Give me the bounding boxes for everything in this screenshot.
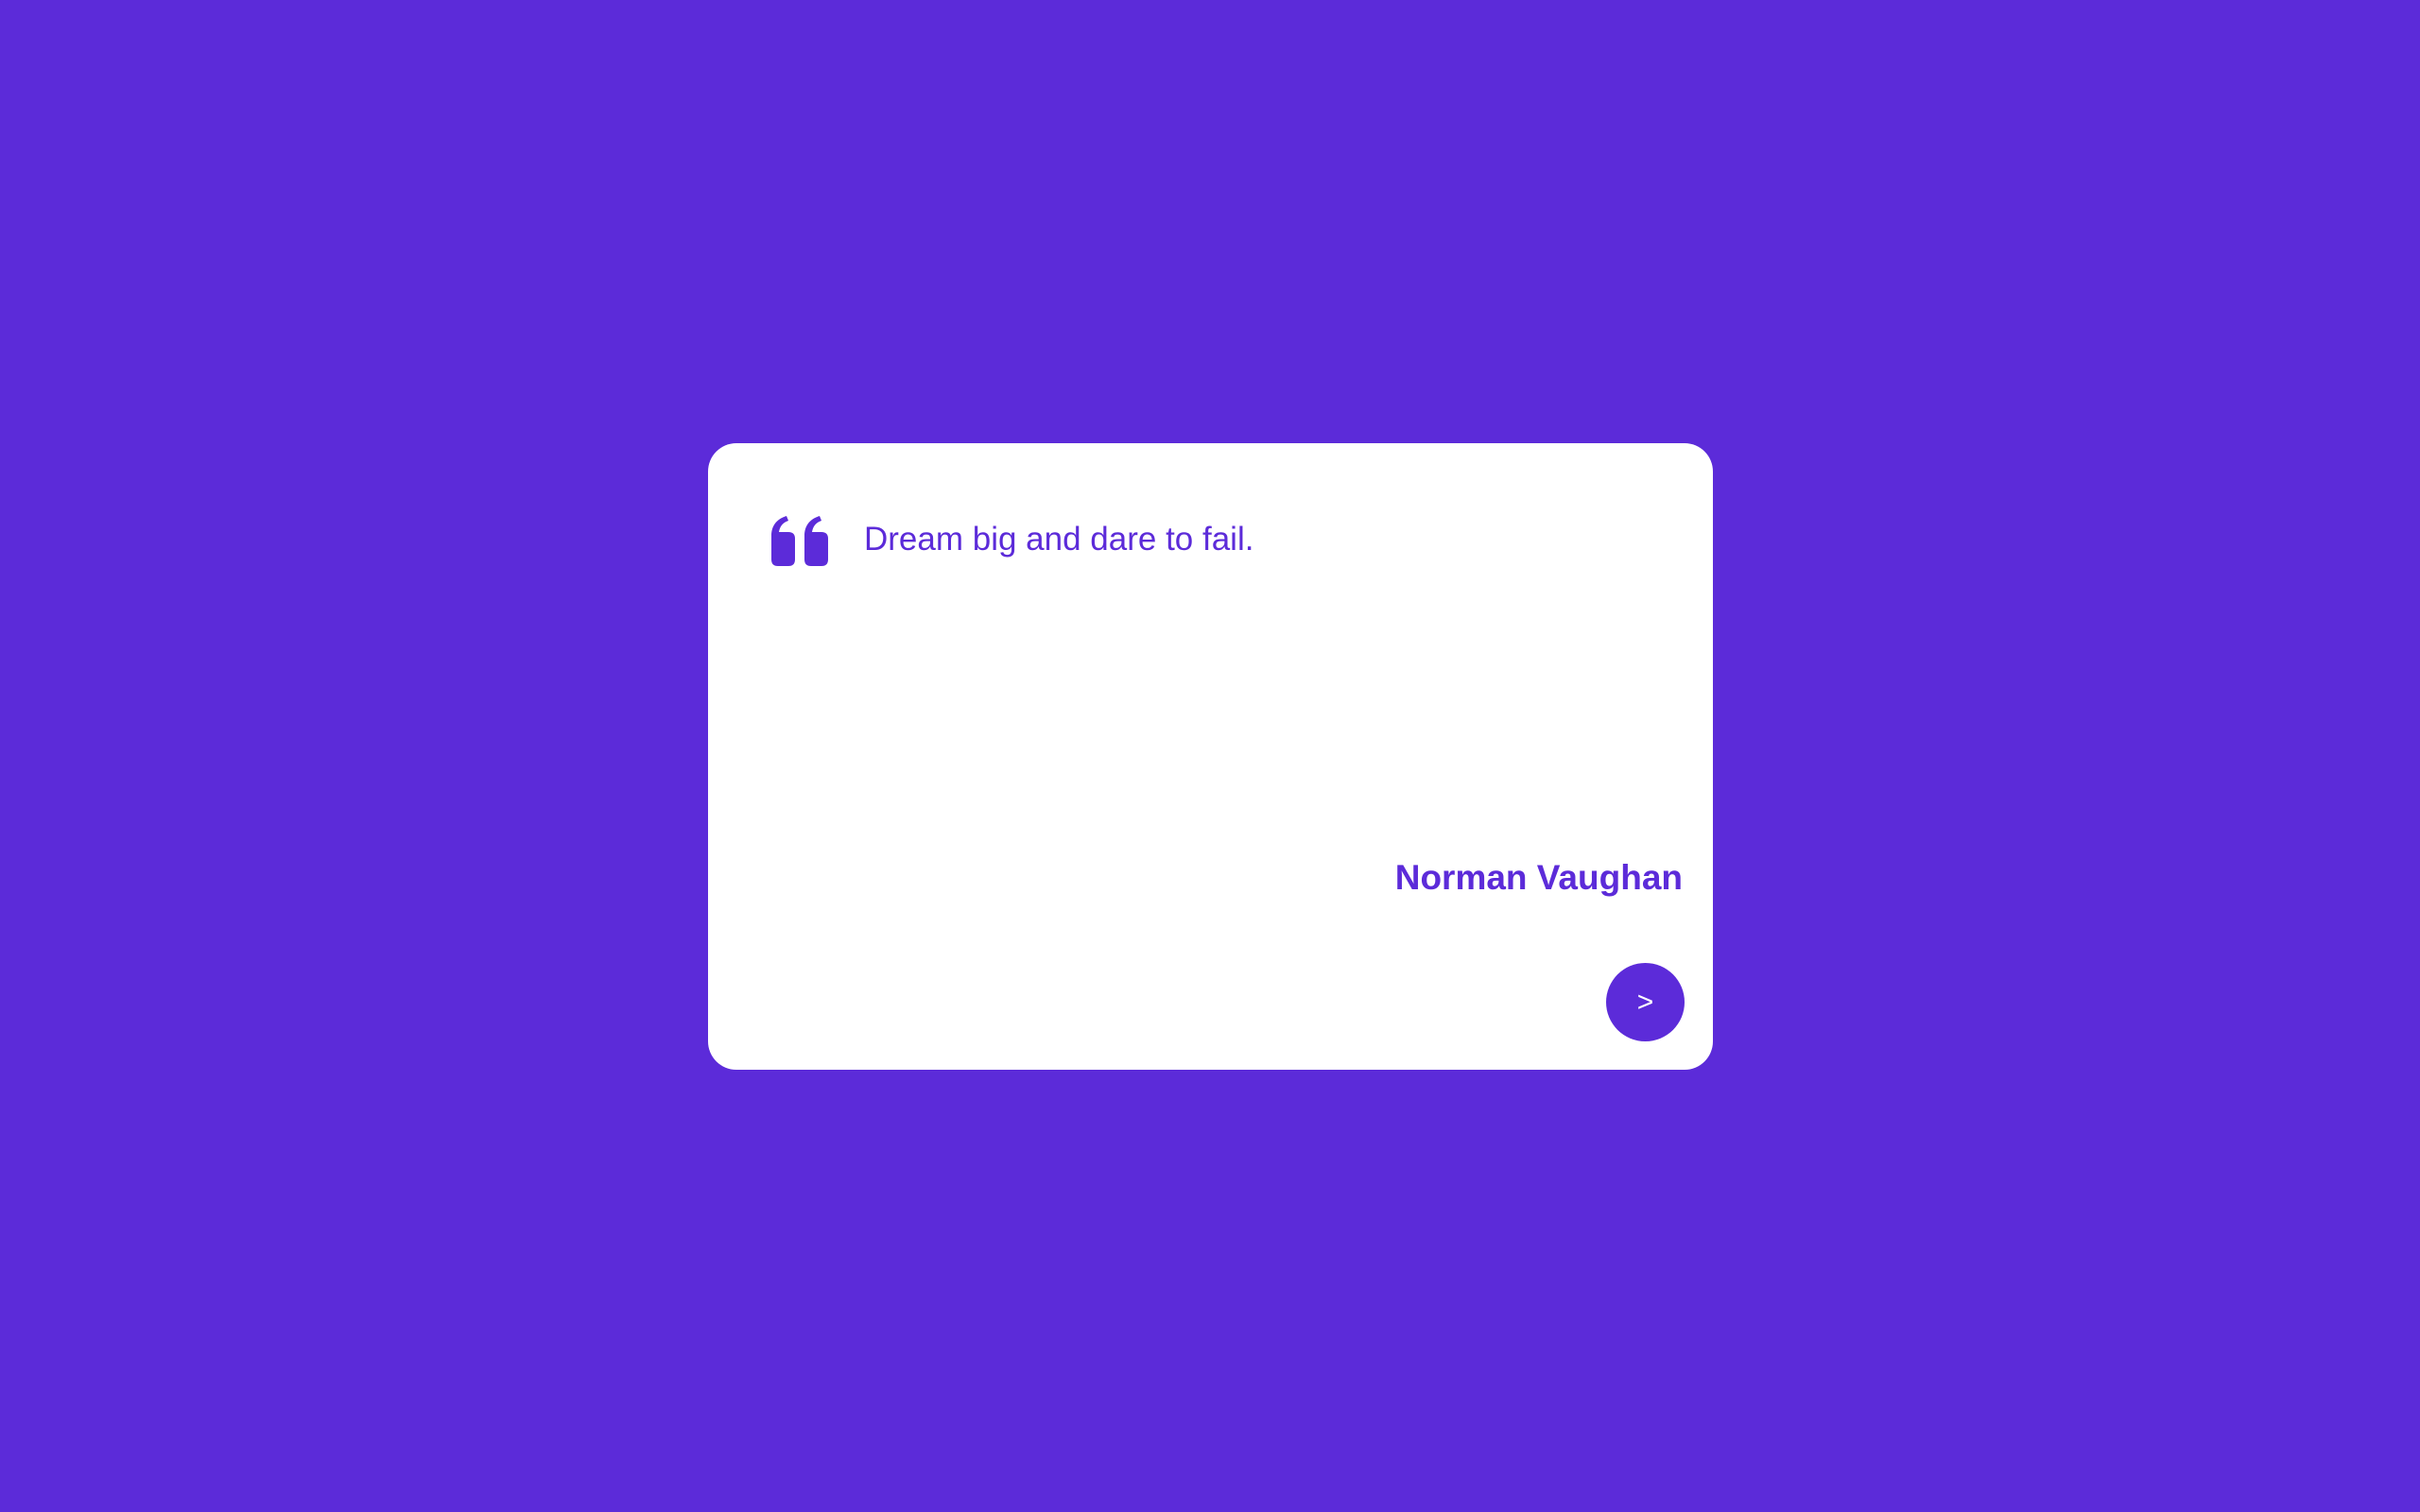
quote-author: Norman Vaughan [1394, 858, 1683, 897]
quote-open-icon [766, 516, 834, 566]
next-quote-button[interactable]: > [1606, 963, 1685, 1041]
quote-card: Dream big and dare to fail. Norman Vaugh… [708, 443, 1713, 1070]
quote-text: Dream big and dare to fail. [864, 521, 1254, 558]
